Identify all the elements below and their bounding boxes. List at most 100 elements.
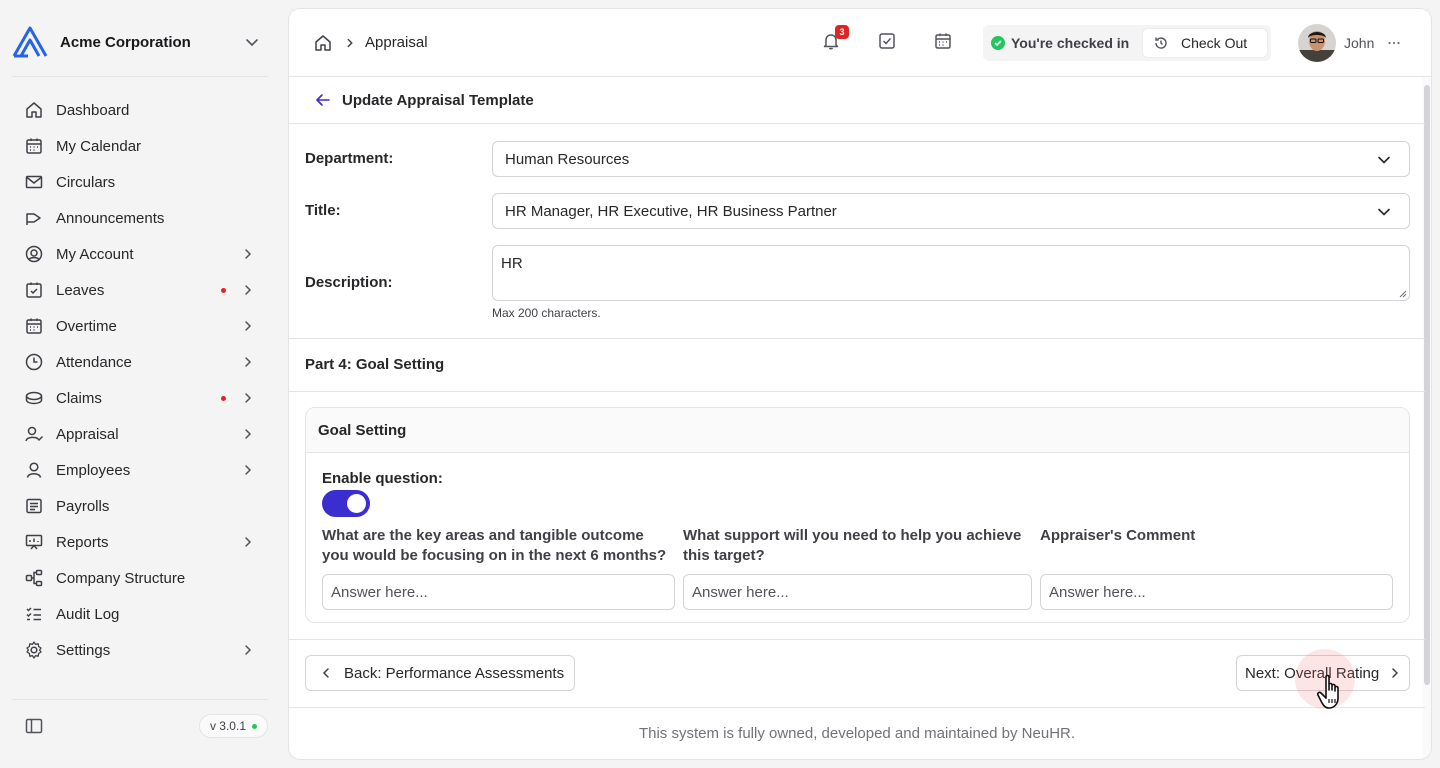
chevron-right-icon	[1392, 668, 1399, 678]
org-switcher[interactable]: Acme Corporation	[12, 24, 268, 60]
sidebar-toggle-icon[interactable]	[24, 716, 44, 736]
section-title: Part 4: Goal Setting	[305, 356, 445, 373]
sidebar-item-payrolls[interactable]: Payrolls	[12, 488, 268, 524]
sidebar-item-dashboard[interactable]: Dashboard	[12, 92, 268, 128]
sidebar-item-settings[interactable]: Settings	[12, 632, 268, 668]
breadcrumb-current[interactable]: Appraisal	[365, 34, 428, 51]
checkbox-icon	[879, 33, 895, 49]
sidebar-item-my-account[interactable]: My Account	[12, 236, 268, 272]
back-button[interactable]: Back: Performance Assessments	[305, 655, 575, 691]
sidebar-item-leaves[interactable]: Leaves	[12, 272, 268, 308]
home-icon	[26, 102, 42, 118]
question-label: What are the key areas and tangible outc…	[322, 527, 667, 564]
calendar-icon	[26, 318, 42, 334]
sidebar-item-employees[interactable]: Employees	[12, 452, 268, 488]
sidebar-item-reports[interactable]: Reports	[12, 524, 268, 560]
sidebar-item-company-structure[interactable]: Company Structure	[12, 560, 268, 596]
chevron-right-icon	[347, 38, 353, 47]
enable-question-label: Enable question:	[322, 470, 443, 487]
chevron-down-icon[interactable]	[242, 32, 262, 52]
sidebar-item-label: Settings	[56, 641, 111, 659]
notification-dot	[221, 395, 226, 401]
sidebar-item-label: Reports	[56, 533, 109, 551]
checkin-status: You're checked in Check Out	[983, 25, 1271, 61]
calendar-icon	[935, 33, 951, 49]
goal-setting-card: Goal Setting Enable question: What are t…	[305, 407, 1410, 623]
department-select[interactable]: Human Resources	[492, 141, 1410, 177]
acme-logo-icon	[12, 26, 48, 58]
chevron-right-icon	[245, 465, 252, 475]
sidebar-item-label: My Calendar	[56, 137, 142, 155]
version-text: v 3.0.1	[209, 719, 246, 733]
answer-input-support[interactable]	[683, 574, 1032, 610]
sidebar-item-my-calendar[interactable]: My Calendar	[12, 128, 268, 164]
hand-cursor-icon	[1317, 674, 1339, 709]
org-chart-icon	[25, 569, 43, 587]
divider	[289, 639, 1425, 640]
sidebar-item-label: Appraisal	[56, 425, 119, 443]
sidebar-item-circulars[interactable]: Circulars	[12, 164, 268, 200]
sidebar-item-label: Claims	[56, 389, 102, 407]
sidebar-item-appraisal[interactable]: Appraisal	[12, 416, 268, 452]
description-hint: Max 200 characters.	[492, 306, 601, 320]
answer-input-goals[interactable]	[322, 574, 675, 610]
user-menu[interactable]: John	[1298, 24, 1402, 62]
page-title: Update Appraisal Template	[342, 91, 534, 109]
topbar-icons: 3	[821, 25, 953, 51]
clock-icon	[25, 353, 43, 371]
mail-icon	[25, 175, 43, 189]
sidebar-item-label: Employees	[56, 461, 131, 479]
chevron-right-icon	[245, 429, 252, 439]
arrow-left-icon[interactable]	[314, 91, 332, 109]
sidebar-item-audit-log[interactable]: Audit Log	[12, 596, 268, 632]
tasks-button[interactable]	[877, 31, 897, 51]
sidebar-item-announcements[interactable]: Announcements	[12, 200, 268, 236]
megaphone-icon	[26, 213, 41, 225]
chevron-down-icon	[1378, 208, 1390, 216]
sidebar-divider	[12, 76, 268, 77]
chevron-right-icon	[245, 357, 252, 367]
gear-icon	[26, 641, 42, 659]
avatar-image	[1298, 24, 1336, 62]
title-label: Title:	[305, 202, 341, 219]
chevron-right-icon	[245, 321, 252, 331]
version-badge: v 3.0.1	[198, 714, 268, 738]
sidebar-item-attendance[interactable]: Attendance	[12, 344, 268, 380]
chevron-left-icon	[322, 668, 329, 678]
notification-dot	[221, 287, 226, 293]
divider	[289, 338, 1425, 339]
presentation-icon	[25, 534, 43, 550]
description-textarea[interactable]: HR	[492, 245, 1410, 301]
sidebar-item-label: My Account	[56, 245, 134, 263]
question-label: What support will you need to help you a…	[683, 527, 1022, 564]
enable-question-toggle[interactable]	[322, 490, 370, 517]
receipt-icon	[26, 498, 42, 514]
answer-input-appraiser-comment[interactable]	[1040, 574, 1393, 610]
title-select[interactable]: HR Manager, HR Executive, HR Business Pa…	[492, 193, 1410, 229]
footer-text: This system is fully owned, developed an…	[638, 725, 1076, 742]
department-value: Human Resources	[505, 150, 630, 168]
home-icon[interactable]	[313, 33, 333, 53]
toggle-knob	[347, 494, 366, 513]
sidebar-item-overtime[interactable]: Overtime	[12, 308, 268, 344]
chevron-right-icon	[245, 537, 252, 547]
user-check-icon	[25, 426, 44, 442]
breadcrumb: Appraisal	[313, 33, 428, 53]
user-name: John	[1344, 35, 1375, 51]
page-header: Update Appraisal Template	[289, 77, 1425, 124]
sidebar-item-label: Circulars	[56, 173, 116, 191]
notifications-button[interactable]: 3	[821, 25, 849, 51]
divider	[289, 707, 1425, 708]
calendar-button[interactable]	[933, 31, 953, 51]
check-out-button[interactable]: Check Out	[1143, 29, 1267, 57]
more-horizontal-icon[interactable]	[1386, 35, 1402, 51]
description-label: Description:	[305, 274, 393, 291]
check-circle-icon	[991, 36, 1005, 50]
sidebar-item-claims[interactable]: Claims	[12, 380, 268, 416]
sidebar-nav: Dashboard My Calendar Circulars Announce…	[12, 92, 268, 668]
chevron-down-icon	[1378, 156, 1390, 164]
calendar-check-icon	[26, 282, 42, 298]
resize-handle-icon[interactable]	[1399, 290, 1407, 298]
coins-icon	[25, 391, 43, 405]
question-label: Appraiser's Comment	[1040, 527, 1196, 544]
